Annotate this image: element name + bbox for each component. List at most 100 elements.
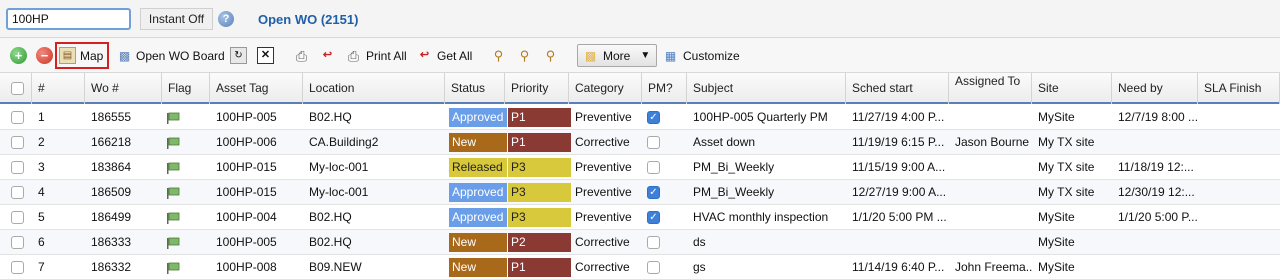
- category: Corrective: [575, 135, 630, 149]
- more-dropdown-button[interactable]: ▩ More ▼: [577, 44, 658, 67]
- wo-number[interactable]: 166218: [85, 130, 162, 155]
- pm-checkbox[interactable]: ✓: [647, 111, 660, 124]
- site: My TX site: [1038, 135, 1095, 149]
- map-icon: ▤: [59, 47, 76, 64]
- remove-button[interactable]: −: [36, 44, 53, 67]
- column-header[interactable]: Sched start: [846, 73, 949, 104]
- row-checkbox[interactable]: [11, 111, 24, 124]
- flag-icon[interactable]: [166, 112, 180, 124]
- search-button[interactable]: ⚲: [516, 44, 533, 67]
- column-header[interactable]: Status: [445, 73, 505, 104]
- magnifier-icon: ⚲: [519, 48, 530, 63]
- site: My TX site: [1038, 160, 1095, 174]
- row-number: 3: [38, 160, 45, 174]
- status-badge: Approved: [449, 208, 507, 227]
- wo-number[interactable]: 186555: [85, 105, 162, 130]
- wo-number[interactable]: 186499: [85, 205, 162, 230]
- wo-number[interactable]: 186509: [85, 180, 162, 205]
- sched-start: 11/19/19 6:15 P...: [852, 135, 945, 149]
- row-checkbox[interactable]: [11, 211, 24, 224]
- table-row[interactable]: 7 186332 100HP-008 B09.NEW New P1 Corrective gs…: [0, 255, 1280, 280]
- table-row[interactable]: 4 186509 100HP-015 My-loc-001 Approved P3 Prev…: [0, 180, 1280, 205]
- column-header[interactable]: Wo #: [85, 73, 162, 104]
- more-label: More: [603, 48, 631, 63]
- chevron-down-icon: ▼: [640, 50, 651, 61]
- add-button[interactable]: +: [10, 44, 27, 67]
- category: Preventive: [575, 185, 632, 199]
- pm-checkbox[interactable]: ✓: [647, 186, 660, 199]
- subject: PM_Bi_Weekly: [693, 185, 775, 199]
- customize-label: Customize: [683, 48, 740, 63]
- flag-icon[interactable]: [166, 212, 180, 224]
- pm-checkbox[interactable]: [647, 161, 660, 174]
- column-header[interactable]: #: [32, 73, 85, 104]
- page-title[interactable]: Open WO (2151): [258, 12, 358, 27]
- flag-icon[interactable]: [166, 162, 180, 174]
- assigned-to: [949, 105, 1032, 130]
- wo-number[interactable]: 183864: [85, 155, 162, 180]
- get-all-button[interactable]: ↩ Get All: [416, 44, 472, 67]
- site: MySite: [1038, 110, 1075, 124]
- column-header[interactable]: Site: [1032, 73, 1112, 104]
- table-row[interactable]: 3 183864 100HP-015 My-loc-001 Released P3 Prev…: [0, 155, 1280, 180]
- pm-checkbox[interactable]: [647, 136, 660, 149]
- column-header[interactable]: Category: [569, 73, 642, 104]
- refresh-button[interactable]: ↻: [230, 44, 247, 67]
- flag-icon[interactable]: [166, 187, 180, 199]
- zoom-in-button[interactable]: ⚲: [490, 44, 507, 67]
- pm-checkbox[interactable]: [647, 261, 660, 274]
- column-header[interactable]: SLA Finish: [1198, 73, 1280, 104]
- zoom-out-button[interactable]: ⚲: [542, 44, 559, 67]
- pm-checkbox[interactable]: ✓: [647, 211, 660, 224]
- column-header[interactable]: Priority: [505, 73, 569, 104]
- pm-checkbox[interactable]: [647, 236, 660, 249]
- row-number: 4: [38, 185, 45, 199]
- column-header[interactable]: PM?: [642, 73, 687, 104]
- wo-number[interactable]: 186333: [85, 230, 162, 255]
- row-checkbox[interactable]: [11, 161, 24, 174]
- column-header[interactable]: Flag: [162, 73, 210, 104]
- close-button[interactable]: ✕: [257, 44, 274, 67]
- site: MySite: [1038, 235, 1075, 249]
- select-all-checkbox[interactable]: [11, 82, 24, 95]
- help-icon[interactable]: ?: [218, 11, 234, 27]
- instant-toggle-button[interactable]: Instant Off: [140, 8, 213, 30]
- flag-icon[interactable]: [166, 262, 180, 274]
- column-header[interactable]: Assigned To: [949, 73, 1032, 104]
- row-checkbox[interactable]: [11, 186, 24, 199]
- row-checkbox[interactable]: [11, 261, 24, 274]
- subject: 100HP-005 Quarterly PM: [693, 110, 828, 124]
- column-header[interactable]: Asset Tag: [210, 73, 303, 104]
- print-all-button[interactable]: ⎙ Print All: [345, 44, 407, 67]
- print-all-label: Print All: [366, 48, 407, 63]
- flag-icon[interactable]: [166, 137, 180, 149]
- need-by: [1112, 255, 1198, 280]
- table-row[interactable]: 6 186333 100HP-005 B02.HQ New P2 Corrective ds M…: [0, 230, 1280, 255]
- customize-icon: ▦: [664, 48, 677, 63]
- pdf-button[interactable]: ↩: [319, 44, 336, 67]
- map-button[interactable]: ▤ Map: [55, 42, 110, 69]
- sla-finish: [1198, 255, 1280, 280]
- wo-number[interactable]: 186332: [85, 255, 162, 280]
- location: My-loc-001: [309, 160, 369, 174]
- row-checkbox[interactable]: [11, 236, 24, 249]
- table-header: # Wo # Flag Asset Tag Location Status Pr…: [0, 73, 1280, 104]
- column-header[interactable]: Need by: [1112, 73, 1198, 104]
- table-row[interactable]: 2 166218 100HP-006 CA.Building2 New P1 Correct…: [0, 130, 1280, 155]
- print-button[interactable]: ⎙: [293, 44, 310, 67]
- open-wo-board-button[interactable]: ▩ Open WO Board: [116, 44, 225, 67]
- category: Corrective: [575, 260, 630, 274]
- table-row[interactable]: 1 186555 100HP-005 B02.HQ Approved P1 Preventi…: [0, 105, 1280, 130]
- customize-button[interactable]: ▦ Customize: [662, 44, 740, 67]
- table-row[interactable]: 5 186499 100HP-004 B02.HQ Approved P3 Preventi…: [0, 205, 1280, 230]
- column-header[interactable]: Location: [303, 73, 445, 104]
- flag-icon[interactable]: [166, 237, 180, 249]
- row-checkbox[interactable]: [11, 136, 24, 149]
- minus-icon: −: [36, 47, 53, 64]
- plus-icon: +: [10, 47, 27, 64]
- column-header[interactable]: Subject: [687, 73, 846, 104]
- folder-icon: ▩: [584, 48, 597, 63]
- location: B02.HQ: [309, 110, 352, 124]
- status-badge: Released: [449, 158, 507, 177]
- search-input[interactable]: [6, 8, 131, 30]
